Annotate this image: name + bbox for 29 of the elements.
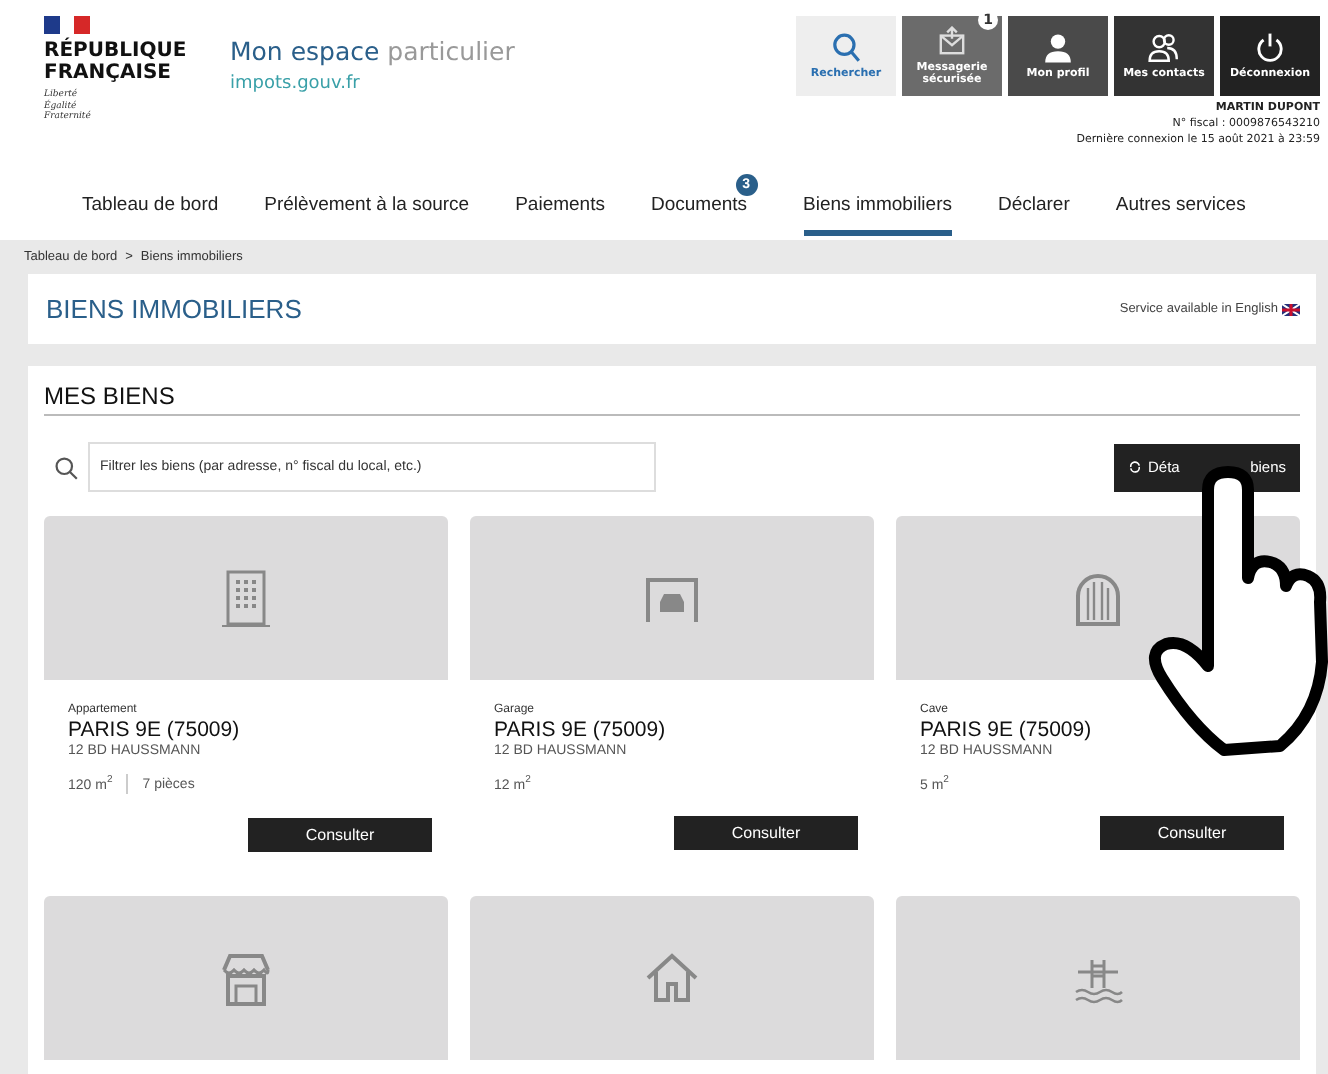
flag-icon (44, 16, 90, 34)
nav-tab[interactable]: Paiements (515, 180, 605, 230)
property-city: PARIS 9E (75009) (68, 718, 242, 742)
nav-tab[interactable]: Tableau de bord (82, 180, 219, 230)
power-icon (1254, 31, 1286, 64)
contacts-icon (1148, 31, 1180, 64)
nav-tab[interactable]: Biens immobiliers (803, 180, 952, 236)
nav-tab[interactable]: Autres services (1115, 180, 1246, 230)
person-icon (1042, 31, 1074, 64)
shop-icon (216, 948, 276, 1008)
nav-tab[interactable]: Prélèvement à la source (264, 180, 470, 230)
search-icon (54, 455, 78, 479)
mail-icon (936, 25, 968, 57)
house-icon (642, 948, 702, 1008)
property-city: PARIS 9E (75009) (494, 718, 668, 742)
consult-button[interactable]: Consulter (1100, 816, 1284, 851)
page-title: BIENS IMMOBILIERS (46, 294, 302, 324)
consult-button[interactable]: Consulter (248, 818, 432, 852)
search-icon (830, 31, 862, 64)
site-domain: impots.gouv.fr (230, 74, 362, 94)
property-city: PARIS 9E (75009) (920, 718, 1094, 742)
consult-button[interactable]: Consulter (674, 816, 858, 851)
nav-tab[interactable]: Déclarer (997, 180, 1070, 230)
republic-logo-text: RÉPUBLIQUE FRANÇAISE (44, 40, 189, 84)
building-icon (216, 568, 276, 628)
site-title[interactable]: Mon espace particulier (230, 36, 515, 66)
uk-flag-icon (1282, 303, 1300, 315)
section-title: MES BIENS (44, 382, 1300, 416)
refresh-icon (1128, 460, 1142, 474)
